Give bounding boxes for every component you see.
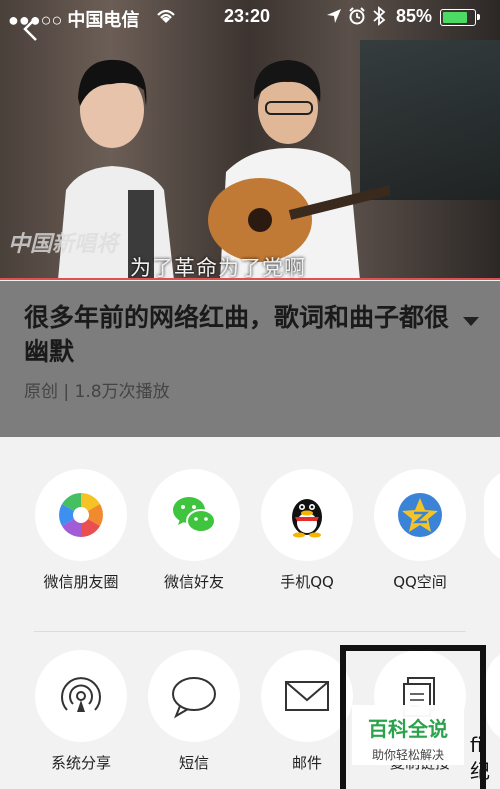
- qzone-icon: [398, 493, 442, 537]
- carrier-label: ●●●○○ 中国电信: [8, 10, 140, 30]
- video-subtitle: 为了革命为了党啊: [130, 256, 306, 280]
- share-circle: [35, 469, 127, 561]
- handwriting-annotation: fi 纪: [470, 733, 490, 783]
- location-arrow-icon: [327, 9, 341, 23]
- wifi-icon: [157, 9, 175, 23]
- video-guitarist-figure: [208, 60, 390, 280]
- battery-nub: [477, 14, 480, 20]
- wechat-moments-icon: [59, 493, 103, 537]
- wechat-icon: [173, 497, 216, 533]
- share-label: 手机QQ: [280, 573, 334, 591]
- share-circle: [374, 469, 466, 561]
- expand-caret-icon[interactable]: [463, 317, 479, 326]
- share-wechat-moments[interactable]: 微信朋友圈: [31, 469, 131, 592]
- video-meta: 原创 | 1.8万次播放: [24, 382, 170, 402]
- share-system[interactable]: 系统分享: [31, 650, 131, 773]
- share-mobile-qq[interactable]: 手机QQ: [257, 469, 357, 592]
- share-divider: [34, 631, 466, 632]
- video-watermark: 中国新唱将: [8, 232, 119, 257]
- video-player[interactable]: 中国新唱将 为了革命为了党啊: [0, 0, 500, 280]
- baike-title: 百科全说: [368, 717, 448, 741]
- battery-icon: [440, 9, 480, 26]
- share-sms[interactable]: 短信: [144, 650, 244, 773]
- share-label: 短信: [178, 754, 209, 772]
- qq-icon: [292, 499, 322, 538]
- video-progress-fill: [0, 278, 500, 280]
- share-label: QQ空间: [393, 573, 447, 591]
- airdrop-icon: [61, 677, 101, 712]
- video-title: 很多年前的网络红曲，歌词和曲子都很幽默: [24, 304, 450, 366]
- share-circle: [35, 650, 127, 742]
- share-label: 微信朋友圈: [43, 573, 119, 591]
- baike-watermark: 百科全说 助你轻松解决: [352, 705, 464, 765]
- baike-subtitle: 助你轻松解决: [371, 748, 444, 762]
- share-wechat-friend[interactable]: 微信好友: [144, 469, 244, 592]
- bluetooth-icon: [373, 6, 386, 26]
- share-label: 微信好友: [163, 573, 224, 591]
- video-info-panel: 很多年前的网络红曲，歌词和曲子都很幽默 原创 | 1.8万次播放: [0, 281, 500, 441]
- mail-icon: [285, 681, 329, 711]
- battery-percent: 85%: [396, 6, 433, 26]
- status-bar: ●●●○○ 中国电信 23:20 85%: [0, 0, 500, 32]
- share-circle: [148, 650, 240, 742]
- share-label: 系统分享: [50, 754, 111, 772]
- video-progress-bar[interactable]: [0, 278, 500, 280]
- share-circle: [261, 469, 353, 561]
- sms-icon: [172, 677, 216, 719]
- battery-fill: [443, 12, 467, 23]
- share-circle: [148, 469, 240, 561]
- alarm-icon: [349, 7, 365, 25]
- clock: 23:20: [224, 6, 271, 26]
- share-qzone[interactable]: QQ空间: [370, 469, 470, 592]
